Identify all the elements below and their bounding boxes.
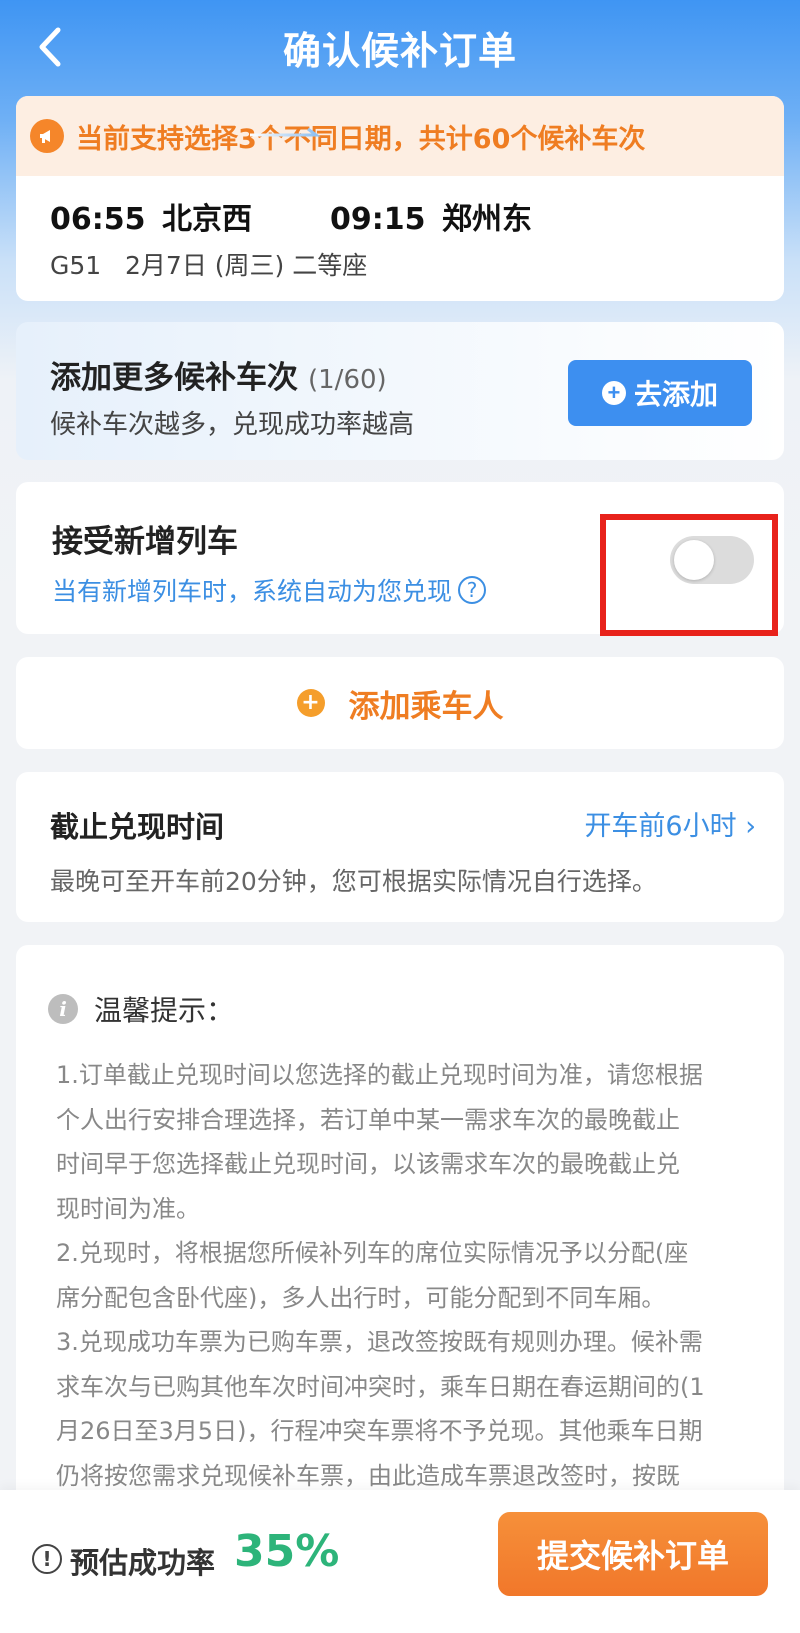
deadline-selector[interactable]: 开车前6小时 › bbox=[584, 804, 756, 843]
arrive-time: 09:15 bbox=[330, 202, 426, 237]
accept-new-title: 接受新增列车 bbox=[52, 524, 238, 560]
departure: 06:55 北京西 bbox=[50, 194, 258, 238]
add-passenger-button[interactable]: + 添加乘车人 bbox=[16, 657, 784, 749]
arrow-right-icon bbox=[250, 127, 321, 137]
tips-title: 温馨提示： bbox=[94, 994, 235, 1027]
success-rate-label: 预估成功率 bbox=[70, 1546, 216, 1580]
accept-new-subtitle: 当有新增列车时，系统自动为您兑现 ? bbox=[52, 572, 487, 608]
add-passenger-label: 添加乘车人 bbox=[348, 688, 504, 725]
page-title: 确认候补订单 bbox=[282, 29, 517, 73]
info-icon: i bbox=[48, 994, 78, 1024]
arrive-station: 郑州东 bbox=[441, 202, 532, 237]
megaphone-icon bbox=[30, 119, 64, 153]
add-train-title-text: 添加更多候补车次 bbox=[50, 360, 298, 396]
tips-card: i 温馨提示： 1.订单截止兑现时间以您选择的截止兑现时间为准，请您根据 个人出… bbox=[16, 945, 784, 1505]
arrival: 09:15 郑州东 bbox=[330, 194, 532, 238]
deadline-subtitle: 最晚可至开车前20分钟，您可根据实际情况自行选择。 bbox=[50, 867, 657, 896]
toggle-knob bbox=[674, 540, 714, 580]
add-train-button-label: 去添加 bbox=[633, 379, 718, 410]
notice-text: 当前支持选择3个不同日期，共计60个候补车次 bbox=[76, 123, 646, 155]
tips-line: 3.兑现成功车票为已购车票，退改签按既有规则办理。候补需 bbox=[56, 1328, 703, 1356]
success-rate-value: 35% bbox=[234, 1526, 340, 1577]
add-train-title: 添加更多候补车次 (1/60) bbox=[50, 352, 387, 397]
tips-line: 1.订单截止兑现时间以您选择的截止兑现时间为准，请您根据 bbox=[56, 1061, 703, 1089]
depart-station: 北京西 bbox=[161, 202, 252, 237]
notice-banner: 当前支持选择3个不同日期，共计60个候补车次 bbox=[16, 96, 784, 176]
plus-circle-icon: + bbox=[601, 381, 626, 405]
tips-header: i 温馨提示： bbox=[48, 989, 234, 1029]
bottom-bar: ! 预估成功率 35% 提交候补订单 bbox=[0, 1490, 800, 1633]
exclamation-icon: ! bbox=[32, 1544, 62, 1574]
deadline-title: 截止兑现时间 bbox=[50, 810, 225, 844]
tips-line: 席分配包含卧代座)，多人出行时，可能分配到不同车厢。 bbox=[56, 1283, 666, 1312]
question-icon[interactable]: ? bbox=[458, 576, 487, 604]
submit-order-button[interactable]: 提交候补订单 bbox=[498, 1512, 768, 1596]
trip-card: 当前支持选择3个不同日期，共计60个候补车次 06:55 北京西 09:15 郑… bbox=[16, 96, 784, 301]
accept-new-toggle[interactable] bbox=[670, 536, 754, 584]
accept-new-subtitle-text: 当有新增列车时，系统自动为您兑现 bbox=[52, 577, 453, 606]
tips-line: 求车次与已购其他车次时间冲突时，乘车日期在春运期间的(1 bbox=[56, 1372, 705, 1401]
header: 确认候补订单 bbox=[0, 0, 800, 96]
tips-line: 2.兑现时，将根据您所候补列车的席位实际情况予以分配(座 bbox=[56, 1239, 689, 1267]
tips-line: 时间早于您选择截止兑现时间，以该需求车次的最晚截止兑 bbox=[56, 1150, 680, 1178]
add-train-subtitle: 候补车次越多，兑现成功率越高 bbox=[50, 410, 415, 440]
add-train-button[interactable]: + 去添加 bbox=[568, 360, 752, 426]
plus-circle-icon: + bbox=[296, 689, 325, 717]
tips-line: 个人出行安排合理选择，若订单中某一需求车次的最晚截止 bbox=[56, 1105, 680, 1134]
tips-line: 月26日至3月5日)，行程冲突车票将不予兑现。其他乘车日期 bbox=[56, 1417, 703, 1445]
train-details: G51 2月7日 (周三) 二等座 bbox=[50, 251, 368, 280]
tips-body: 1.订单截止兑现时间以您选择的截止兑现时间为准，请您根据 个人出行安排合理选择，… bbox=[56, 1053, 756, 1498]
depart-time: 06:55 bbox=[50, 202, 146, 237]
add-train-card: 添加更多候补车次 (1/60) 候补车次越多，兑现成功率越高 + 去添加 bbox=[16, 322, 784, 460]
tips-line: 现时间为准。 bbox=[56, 1194, 200, 1223]
deadline-card[interactable]: 截止兑现时间 开车前6小时 › 最晚可至开车前20分钟，您可根据实际情况自行选择… bbox=[16, 772, 784, 922]
train-count: (1/60) bbox=[308, 365, 387, 395]
